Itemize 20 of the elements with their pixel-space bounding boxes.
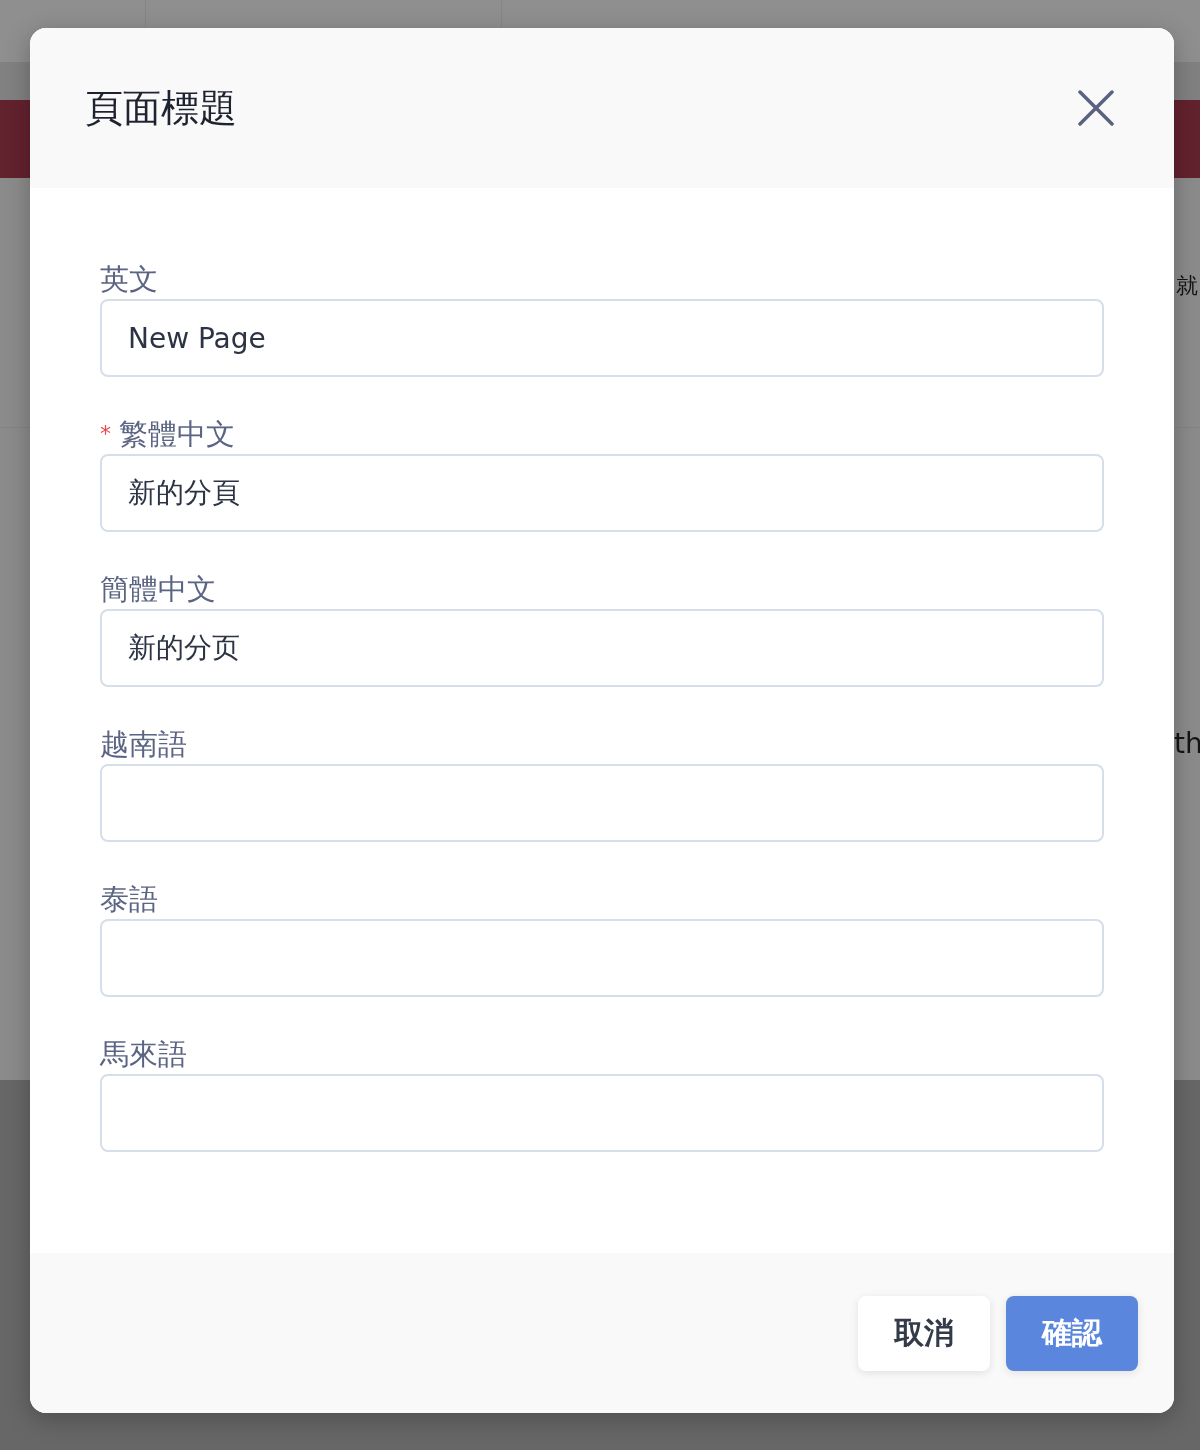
close-icon (1078, 90, 1114, 126)
field-label: 繁體中文 (119, 417, 235, 451)
text-field[interactable]: New Page (100, 299, 1104, 377)
field-label: 簡體中文 (100, 572, 216, 606)
dialog-title: 頁面標題 (85, 85, 237, 131)
field-label: 馬來語 (100, 1037, 187, 1071)
field-label: 英文 (100, 262, 158, 296)
background-text: 就 (1176, 275, 1199, 297)
text-field[interactable]: 新的分頁 (100, 454, 1104, 532)
cancel-button[interactable]: 取消 (858, 1296, 990, 1371)
field-label: 泰語 (100, 882, 158, 916)
field-label: 越南語 (100, 727, 187, 761)
required-mark: * (100, 423, 111, 445)
background-text: th (1174, 730, 1200, 758)
close-button[interactable] (1078, 90, 1114, 126)
text-field[interactable] (100, 919, 1104, 997)
text-field[interactable] (100, 1074, 1104, 1152)
text-field[interactable]: 新的分页 (100, 609, 1104, 687)
text-field[interactable] (100, 764, 1104, 842)
confirm-button[interactable]: 確認 (1006, 1296, 1138, 1371)
